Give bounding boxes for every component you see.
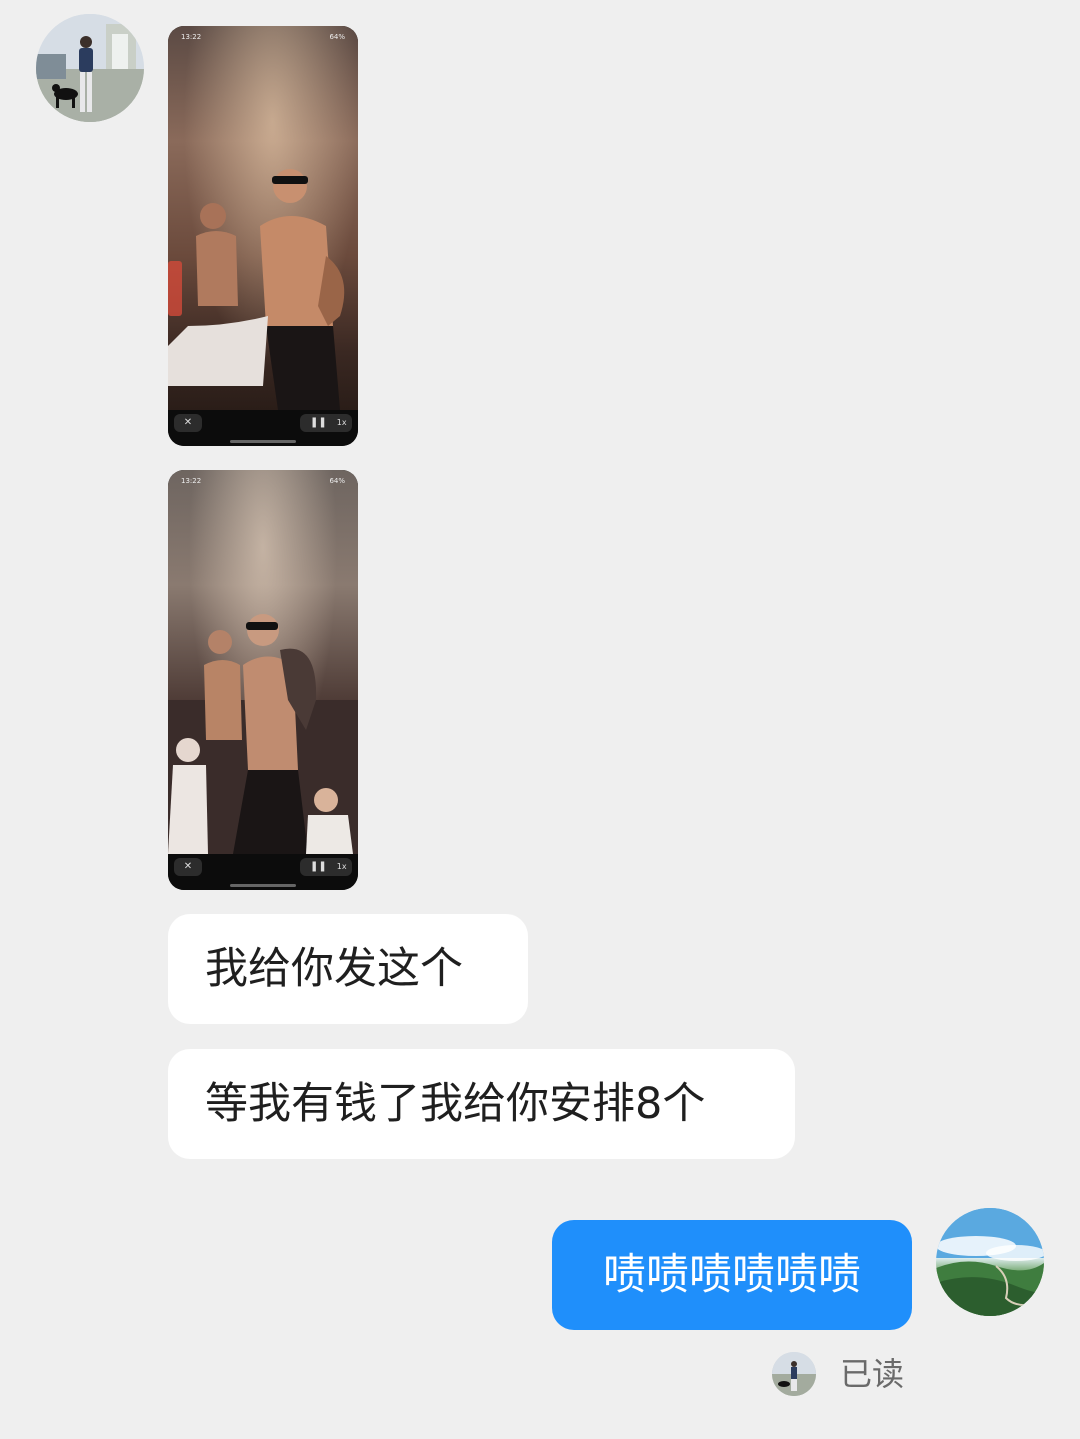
- video-frame-2: [168, 614, 358, 854]
- self-avatar-photo: [936, 1208, 1044, 1316]
- video-message-1[interactable]: 13:22 64% ✕ ❚❚ 1x: [168, 26, 358, 446]
- video-thumbnail-1: [168, 26, 358, 410]
- video-controls: ✕ ❚❚ 1x: [168, 410, 358, 446]
- close-icon[interactable]: ✕: [174, 414, 202, 432]
- playback-controls[interactable]: ❚❚ 1x: [300, 858, 352, 876]
- playback-controls[interactable]: ❚❚ 1x: [300, 414, 352, 432]
- video-controls: ✕ ❚❚ 1x: [168, 854, 358, 890]
- reader-avatar-photo: [772, 1352, 816, 1396]
- status-bar-time: 13:22: [181, 33, 202, 41]
- playback-speed[interactable]: 1x: [337, 858, 347, 876]
- pause-icon[interactable]: ❚❚: [310, 858, 327, 876]
- status-bar-battery: 64%: [329, 477, 345, 485]
- contact-avatar-photo: [36, 14, 144, 122]
- home-indicator: [230, 440, 296, 443]
- video-thumbnail-2: [168, 470, 358, 854]
- incoming-message-bubble[interactable]: 等我有钱了我给你安排8个: [168, 1049, 795, 1159]
- playback-speed[interactable]: 1x: [337, 414, 347, 432]
- home-indicator: [230, 884, 296, 887]
- contact-avatar[interactable]: [36, 14, 144, 122]
- incoming-message-bubble[interactable]: 我给你发这个: [168, 914, 528, 1024]
- status-bar-battery: 64%: [329, 33, 345, 41]
- video-message-2[interactable]: 13:22 64% ✕ ❚❚ 1x: [168, 470, 358, 890]
- read-receipt-label: 已读: [840, 1355, 905, 1393]
- self-avatar[interactable]: [936, 1208, 1044, 1316]
- outgoing-message-bubble[interactable]: 啧啧啧啧啧啧: [552, 1220, 912, 1330]
- pause-icon[interactable]: ❚❚: [310, 414, 327, 432]
- reader-avatar: [772, 1352, 816, 1396]
- status-bar-time: 13:22: [181, 477, 202, 485]
- video-frame-1: [168, 169, 345, 410]
- close-icon[interactable]: ✕: [174, 858, 202, 876]
